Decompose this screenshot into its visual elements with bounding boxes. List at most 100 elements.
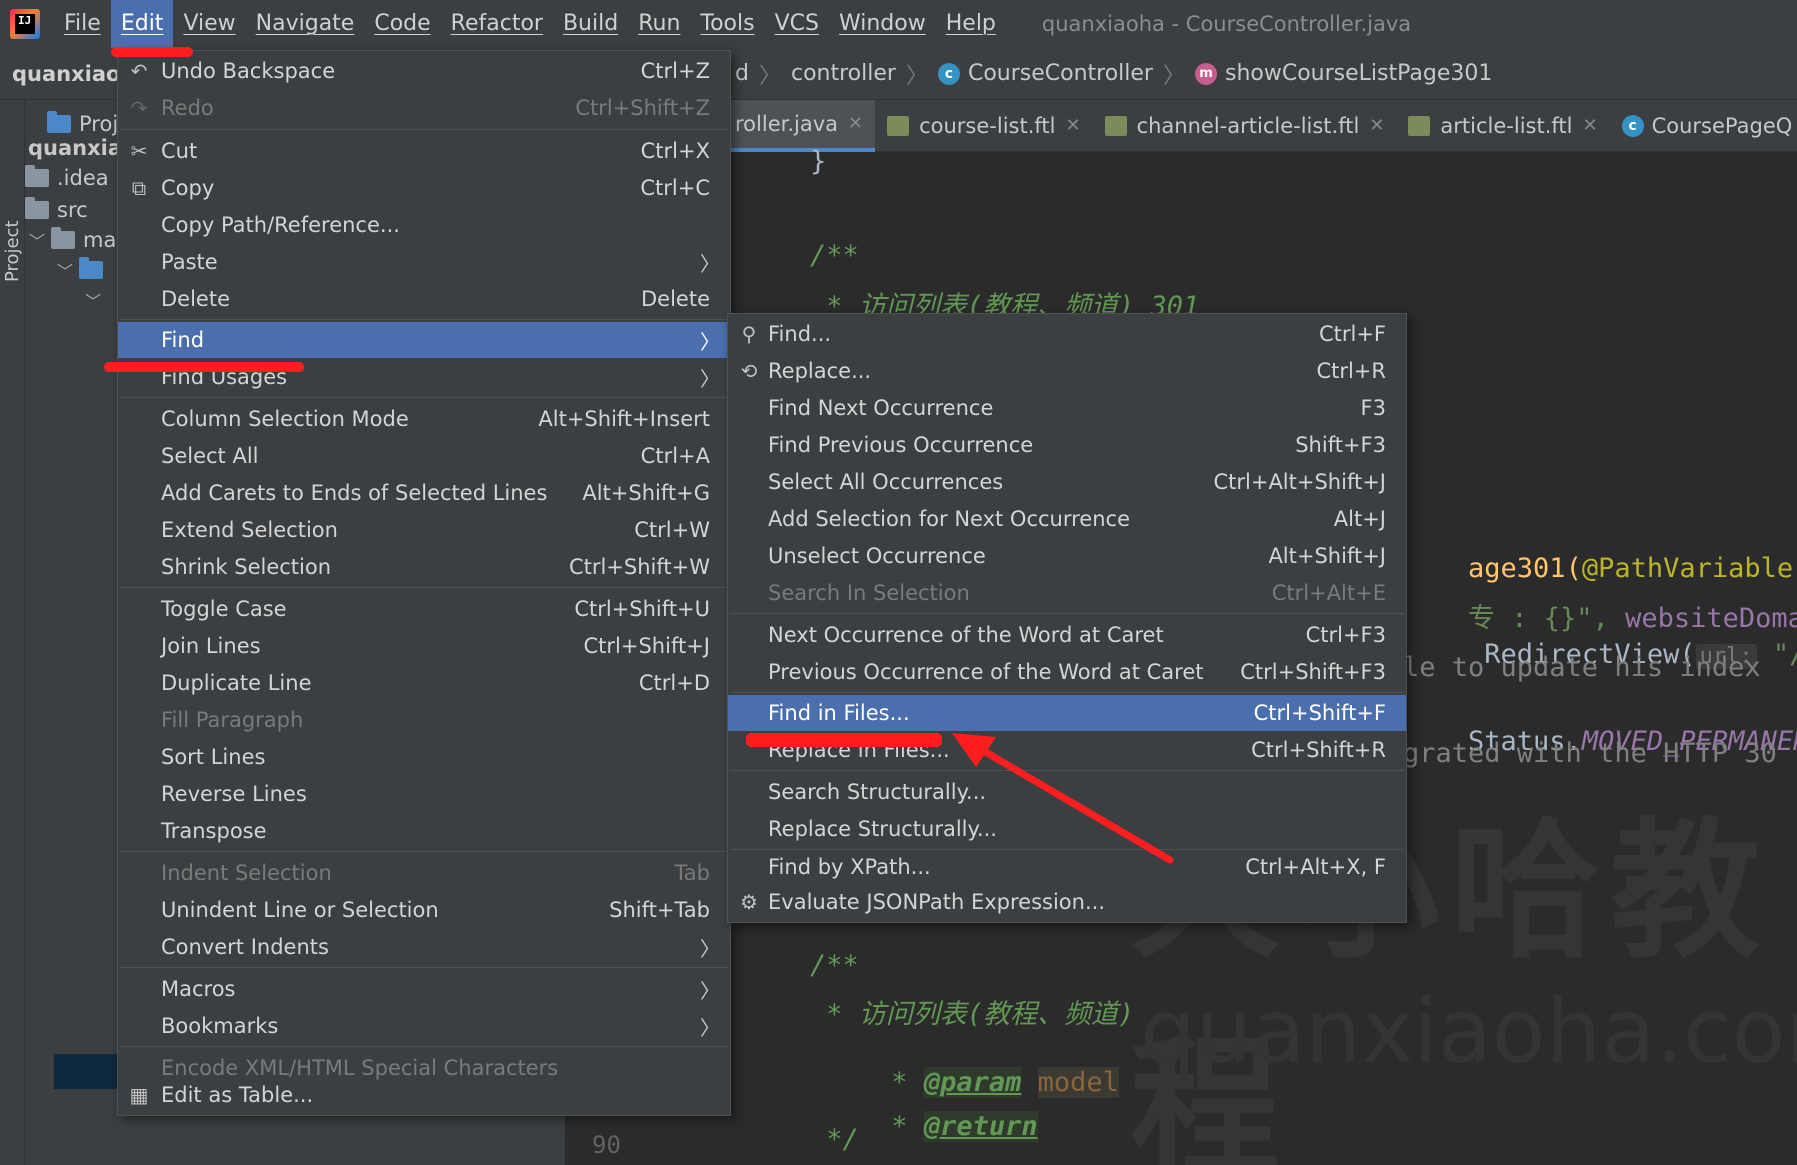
menu-item-column-selection[interactable]: Column Selection Mode Alt+Shift+Insert bbox=[118, 401, 730, 437]
menu-item-indent-selection[interactable]: Indent Selection Tab bbox=[118, 855, 730, 891]
close-icon[interactable]: ✕ bbox=[848, 113, 863, 134]
code-line: /** bbox=[810, 240, 859, 271]
breadcrumb-separator-icon: 〉 bbox=[1162, 63, 1185, 89]
menu-separator bbox=[120, 129, 728, 130]
tree-item-label: .idea bbox=[57, 166, 109, 190]
menu-item-join-lines[interactable]: Join Lines Ctrl+Shift+J bbox=[118, 628, 730, 664]
menu-code[interactable]: Code bbox=[364, 0, 440, 48]
close-icon[interactable]: ✕ bbox=[1582, 115, 1597, 136]
tool-window-strip: Project bbox=[0, 100, 25, 1165]
submenu-item-unselect-occurrence[interactable]: Unselect Occurrence Alt+Shift+J bbox=[728, 538, 1406, 574]
menu-help[interactable]: Help bbox=[936, 0, 1006, 48]
menu-build[interactable]: Build bbox=[553, 0, 628, 48]
edit-menu-popup: ↶ Undo Backspace Ctrl+Z ↷ Redo Ctrl+Shif… bbox=[117, 50, 731, 1116]
menu-vcs[interactable]: VCS bbox=[765, 0, 829, 48]
folder-icon bbox=[51, 227, 76, 249]
line-number: 90 bbox=[592, 1131, 621, 1159]
code-line: } bbox=[810, 146, 827, 177]
breadcrumb-item[interactable]: CourseController bbox=[968, 61, 1153, 86]
submenu-item-select-all-occurrences[interactable]: Select All Occurrences Ctrl+Alt+Shift+J bbox=[728, 464, 1406, 500]
menu-item-shrink-selection[interactable]: Shrink Selection Ctrl+Shift+W bbox=[118, 549, 730, 585]
tree-item-java[interactable]: ﹀ bbox=[57, 257, 111, 282]
menu-item-fill-paragraph[interactable]: Fill Paragraph bbox=[118, 702, 730, 738]
menu-item-add-carets[interactable]: Add Carets to Ends of Selected Lines Alt… bbox=[118, 475, 730, 511]
menu-tools[interactable]: Tools bbox=[690, 0, 764, 48]
watermark: quanxiaoha.com bbox=[1140, 980, 1797, 1083]
menu-edit[interactable]: Edit bbox=[110, 0, 174, 48]
annotation-underline-edit bbox=[111, 47, 193, 57]
menu-item-toggle-case[interactable]: Toggle Case Ctrl+Shift+U bbox=[118, 591, 730, 627]
tab-label: roller.java bbox=[735, 111, 838, 136]
tab-label: CoursePageQ bbox=[1651, 113, 1793, 138]
menu-item-redo[interactable]: ↷ Redo Ctrl+Shift+Z bbox=[118, 90, 730, 126]
folder-icon bbox=[25, 197, 49, 219]
close-icon[interactable]: ✕ bbox=[1065, 115, 1080, 136]
menu-item-cut[interactable]: ✂ Cut Ctrl+X bbox=[118, 133, 730, 169]
submenu-item-search-in-selection[interactable]: Search In Selection Ctrl+Alt+E bbox=[728, 575, 1406, 611]
tree-item-src[interactable]: src bbox=[25, 197, 88, 222]
menu-item-bookmarks[interactable]: Bookmarks 〉 bbox=[118, 1008, 730, 1044]
submenu-item-find[interactable]: ⚲ Find... Ctrl+F bbox=[728, 316, 1406, 352]
submenu-item-add-selection-next[interactable]: Add Selection for Next Occurrence Alt+J bbox=[728, 501, 1406, 537]
undo-icon: ↶ bbox=[130, 59, 148, 83]
submenu-item-find-previous[interactable]: Find Previous Occurrence Shift+F3 bbox=[728, 427, 1406, 463]
submenu-item-find-next[interactable]: Find Next Occurrence F3 bbox=[728, 390, 1406, 426]
class-icon: c bbox=[937, 62, 960, 85]
breadcrumb-item[interactable]: showCourseListPage301 bbox=[1225, 61, 1492, 86]
menu-window[interactable]: Window bbox=[829, 0, 936, 48]
menu-file[interactable]: File bbox=[54, 0, 111, 48]
menu-item-transpose[interactable]: Transpose bbox=[118, 813, 730, 849]
tree-item-idea[interactable]: .idea bbox=[25, 165, 109, 190]
tab-channel-article-list[interactable]: channel-article-list.ftl ✕ bbox=[1093, 100, 1397, 152]
close-icon[interactable]: ✕ bbox=[1369, 115, 1384, 136]
menu-item-unindent[interactable]: Unindent Line or Selection Shift+Tab bbox=[118, 892, 730, 928]
tab-course-list[interactable]: course-list.ftl ✕ bbox=[875, 100, 1092, 152]
submenu-item-previous-word-at-caret[interactable]: Previous Occurrence of the Word at Caret… bbox=[728, 654, 1406, 690]
menu-item-macros[interactable]: Macros 〉 bbox=[118, 971, 730, 1007]
menu-item-undo[interactable]: ↶ Undo Backspace Ctrl+Z bbox=[118, 53, 730, 89]
annotation-underline-find-in-files bbox=[746, 733, 942, 747]
menu-item-copy-path[interactable]: Copy Path/Reference... bbox=[118, 207, 730, 243]
menu-item-paste[interactable]: Paste 〉 bbox=[118, 244, 730, 280]
breadcrumb-item[interactable]: controller bbox=[791, 61, 896, 86]
menu-view[interactable]: View bbox=[173, 0, 245, 48]
menu-navigate[interactable]: Navigate bbox=[246, 0, 365, 48]
menu-run[interactable]: Run bbox=[628, 0, 690, 48]
menu-item-copy[interactable]: ⧉ Copy Ctrl+C bbox=[118, 170, 730, 206]
tab-label: course-list.ftl bbox=[919, 113, 1056, 138]
menu-item-sort-lines[interactable]: Sort Lines bbox=[118, 739, 730, 775]
chevron-down-icon[interactable]: ﹀ bbox=[85, 288, 101, 312]
ftl-file-icon bbox=[1104, 115, 1127, 136]
menu-item-delete[interactable]: Delete Delete bbox=[118, 281, 730, 317]
menu-item-edit-as-table[interactable]: ▦ Edit as Table... bbox=[118, 1077, 730, 1113]
menu-item-extend-selection[interactable]: Extend Selection Ctrl+W bbox=[118, 512, 730, 548]
tab-label: article-list.ftl bbox=[1440, 113, 1573, 138]
breadcrumb-item[interactable]: d bbox=[735, 61, 749, 86]
ftl-file-icon bbox=[1408, 115, 1431, 136]
menu-item-duplicate-line[interactable]: Duplicate Line Ctrl+D bbox=[118, 665, 730, 701]
menu-item-select-all[interactable]: Select All Ctrl+A bbox=[118, 438, 730, 474]
tab-article-list[interactable]: article-list.ftl ✕ bbox=[1396, 100, 1609, 152]
submenu-item-replace[interactable]: ⟲ Replace... Ctrl+R bbox=[728, 353, 1406, 389]
code-line: le to update his index bbox=[1403, 652, 1761, 683]
tab-label: channel-article-list.ftl bbox=[1136, 113, 1360, 138]
window-title: quanxiaoha - CourseController.java bbox=[1041, 12, 1412, 36]
folder-icon bbox=[25, 165, 49, 187]
tree-item-label: src bbox=[57, 198, 88, 222]
menu-item-reverse-lines[interactable]: Reverse Lines bbox=[118, 776, 730, 812]
submenu-item-evaluate-jsonpath[interactable]: ⚙ Evaluate JSONPath Expression... bbox=[728, 884, 1406, 920]
chevron-down-icon[interactable]: ﹀ bbox=[57, 258, 73, 282]
menu-separator bbox=[120, 587, 728, 588]
chevron-down-icon[interactable]: ﹀ bbox=[29, 228, 45, 252]
menu-item-find[interactable]: Find 〉 bbox=[118, 322, 730, 358]
tree-item-package[interactable]: ﹀ bbox=[85, 288, 107, 312]
javadoc-param: model bbox=[1037, 1067, 1119, 1098]
menu-refactor[interactable]: Refactor bbox=[441, 0, 553, 48]
menu-item-convert-indents[interactable]: Convert Indents 〉 bbox=[118, 929, 730, 965]
tab-coursepageq[interactable]: c CoursePageQ bbox=[1610, 100, 1797, 152]
project-tool-button[interactable]: Project bbox=[2, 220, 23, 282]
annotation-arrow-icon bbox=[952, 733, 1174, 864]
chevron-right-icon: 〉 bbox=[700, 936, 720, 961]
menu-separator bbox=[120, 851, 728, 852]
submenu-item-next-word-at-caret[interactable]: Next Occurrence of the Word at Caret Ctr… bbox=[728, 617, 1406, 653]
